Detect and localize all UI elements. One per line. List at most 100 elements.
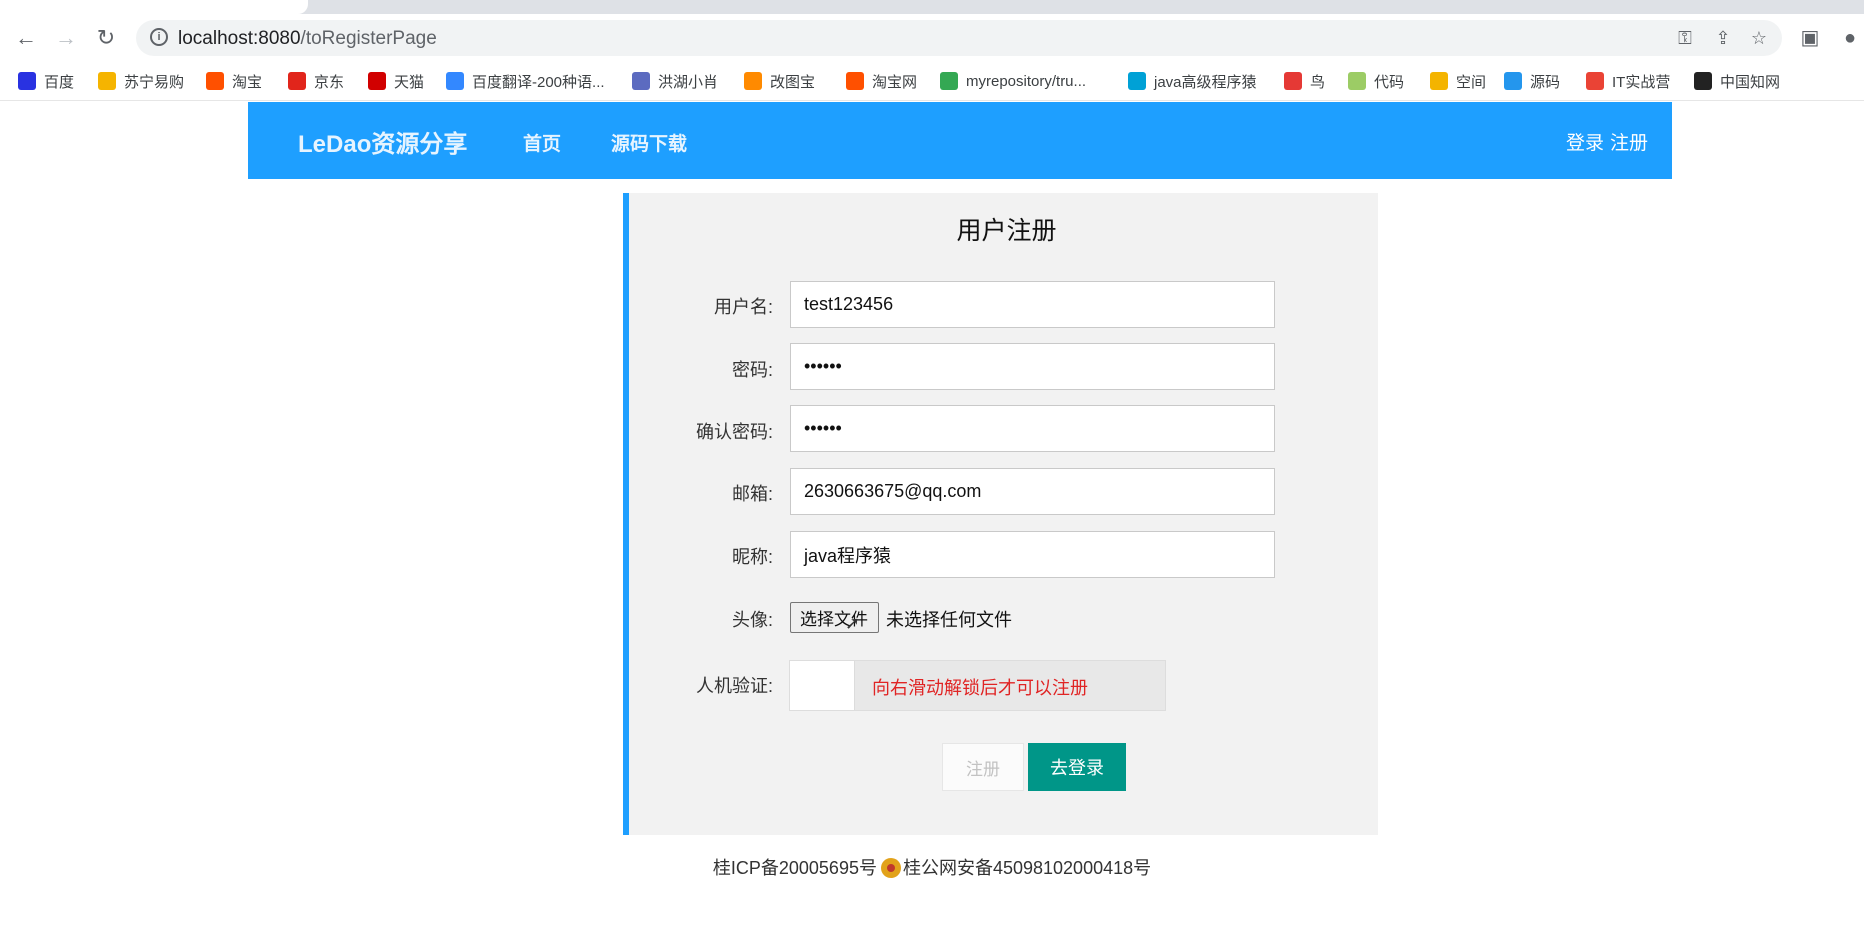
nav-source-download[interactable]: 源码下载 <box>611 129 687 156</box>
password-label: 密码: <box>731 360 773 380</box>
bookmark-item[interactable]: java高级程序猿 <box>1128 62 1257 100</box>
bookmark-item[interactable]: 天猫 <box>368 62 424 100</box>
nav-home[interactable]: 首页 <box>523 129 561 156</box>
bookmark-label: IT实战营 <box>1612 73 1671 91</box>
avatar-label: 头像: <box>731 610 773 630</box>
bookmarks-bar: 百度 苏宁易购 淘宝 京东 天猫 百度翻译-200种语... 洪湖小肖 改图宝 淘宝网 myrep… <box>0 62 1864 101</box>
bookmark-item[interactable]: 百度 <box>18 62 74 100</box>
nickname-input[interactable]: java程序猿 <box>790 531 1275 578</box>
confirm-password-input[interactable]: •••••• <box>790 405 1275 452</box>
nickname-label: 昵称: <box>731 547 773 567</box>
bookmark-item[interactable]: 京东 <box>288 62 344 100</box>
bookmark-label: 京东 <box>314 73 345 91</box>
code-icon <box>1348 72 1366 90</box>
bookmark-label: java高级程序猿 <box>1154 73 1257 91</box>
register-button[interactable]: 注册 <box>942 743 1024 791</box>
jd-icon <box>288 72 306 90</box>
choose-file-button[interactable]: 选择文件 <box>790 602 879 633</box>
bookmark-label: 百度翻译-200种语... <box>472 73 605 91</box>
forward-icon[interactable]: → <box>52 24 80 52</box>
go-login-button[interactable]: 去登录 <box>1028 743 1126 791</box>
bookmark-label: 洪湖小肖 <box>658 73 719 91</box>
password-input[interactable]: •••••• <box>790 343 1275 390</box>
tmall-icon <box>368 72 386 90</box>
url-host: localhost:8080 <box>178 28 301 49</box>
login-link[interactable]: 登录 <box>1566 133 1604 154</box>
bookmark-item[interactable]: 百度翻译-200种语... <box>446 62 605 100</box>
bookmark-item[interactable]: 源码 <box>1504 62 1560 100</box>
gaitubao-icon <box>744 72 762 90</box>
bookmark-item[interactable]: 改图宝 <box>744 62 815 100</box>
bookmark-label: 代码 <box>1374 73 1405 91</box>
site-header: LeDao资源分享 首页 源码下载 登录 注册 <box>248 102 1672 179</box>
address-bar[interactable]: i localhost:8080/toRegisterPage ⚿ ⇪ ☆ <box>136 20 1782 56</box>
bookmark-item[interactable]: 中国知网 <box>1694 62 1780 100</box>
bookmark-label: 百度 <box>44 73 75 91</box>
side-panel-icon[interactable]: ▣ <box>1796 24 1824 52</box>
back-icon[interactable]: ← <box>12 24 40 52</box>
bookmark-item[interactable]: 苏宁易购 <box>98 62 184 100</box>
bookmark-icon <box>632 72 650 90</box>
baidu-translate-icon <box>446 72 464 90</box>
register-link[interactable]: 注册 <box>1610 133 1648 154</box>
tab-strip <box>0 0 1864 14</box>
bookmark-item[interactable]: 空间 <box>1430 62 1486 100</box>
bookmark-item[interactable]: myrepository/tru... <box>940 62 1086 100</box>
auth-links: 登录 注册 <box>1560 128 1648 155</box>
qzone-icon <box>1430 72 1448 90</box>
bookmark-label: 改图宝 <box>770 73 816 91</box>
bookmark-item[interactable]: 鸟 <box>1284 62 1325 100</box>
mouse-cursor-icon: ➚ <box>845 613 861 633</box>
star-icon[interactable]: ☆ <box>1748 27 1770 49</box>
active-tab[interactable] <box>0 0 308 14</box>
icp-link[interactable]: 桂ICP备20005695号 <box>713 858 877 878</box>
page-title: 用户注册 <box>956 217 1057 245</box>
bookmark-item[interactable]: 淘宝网 <box>846 62 917 100</box>
bookmark-item[interactable]: IT实战营 <box>1586 62 1670 100</box>
share-icon[interactable]: ⇪ <box>1712 27 1734 49</box>
bookmark-label: 中国知网 <box>1720 73 1781 91</box>
confirm-password-label: 确认密码: <box>695 422 773 442</box>
bookmark-label: 空间 <box>1456 73 1487 91</box>
taobao-icon <box>206 72 224 90</box>
bird-icon <box>1284 72 1302 90</box>
chrome-icon <box>940 72 958 90</box>
chrome-icon <box>1586 72 1604 90</box>
brand-logo[interactable]: LeDao资源分享 <box>298 124 467 159</box>
baidu-icon <box>18 72 36 90</box>
docker-icon <box>1504 72 1522 90</box>
footer: 桂ICP备20005695号 桂公网安备45098102000418号 <box>0 854 1864 880</box>
bookmark-label: 鸟 <box>1310 73 1326 91</box>
bookmark-item[interactable]: 洪湖小肖 <box>632 62 718 100</box>
email-label: 邮箱: <box>731 484 773 504</box>
register-card: 用户注册 用户名: test123456 密码: •••••• 确认密码: ••… <box>623 193 1378 835</box>
username-input[interactable]: test123456 <box>790 281 1275 328</box>
email-input[interactable]: 2630663675@qq.com <box>790 468 1275 515</box>
reload-icon[interactable]: ↻ <box>92 24 120 52</box>
slider-hint: 向右滑动解锁后才可以注册 <box>872 678 1088 698</box>
key-icon[interactable]: ⚿ <box>1674 27 1696 49</box>
slider-handle[interactable] <box>790 661 855 710</box>
url-text[interactable]: localhost:8080/toRegisterPage <box>178 28 437 50</box>
bookmark-label: myrepository/tru... <box>966 72 1087 90</box>
bookmark-label: 源码 <box>1530 73 1561 91</box>
url-path: /toRegisterPage <box>300 28 437 49</box>
file-status: 未选择任何文件 <box>886 610 1012 630</box>
police-link[interactable]: 桂公网安备45098102000418号 <box>903 858 1151 878</box>
site-info-icon[interactable]: i <box>150 28 168 46</box>
captcha-label: 人机验证: <box>695 676 773 696</box>
bookmark-label: 淘宝 <box>232 73 263 91</box>
browser-toolbar: ← → ↻ i localhost:8080/toRegisterPage ⚿ … <box>0 14 1864 62</box>
bookmark-label: 苏宁易购 <box>124 73 185 91</box>
bookmark-item[interactable]: 淘宝 <box>206 62 262 100</box>
taobao-icon <box>846 72 864 90</box>
cnki-icon <box>1694 72 1712 90</box>
captcha-slider[interactable]: 向右滑动解锁后才可以注册 <box>789 660 1166 711</box>
suning-icon <box>98 72 116 90</box>
bilibili-icon <box>1128 72 1146 90</box>
police-badge-icon <box>880 858 901 878</box>
profile-icon[interactable]: ● <box>1836 24 1864 52</box>
bookmark-label: 淘宝网 <box>872 73 918 91</box>
bookmark-label: 天猫 <box>394 73 425 91</box>
bookmark-item[interactable]: 代码 <box>1348 62 1404 100</box>
